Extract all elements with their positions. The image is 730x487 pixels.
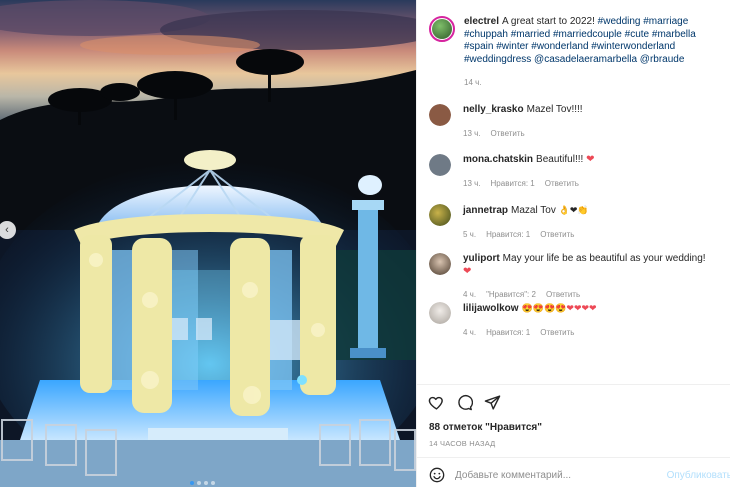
- comment-item: lilijawolkow 😍😍😍😍❤❤❤❤ 4 ч. Нравится: 1 От…: [429, 302, 716, 337]
- commenter-avatar[interactable]: [429, 253, 451, 275]
- comment-username[interactable]: yuliport: [463, 253, 500, 264]
- comment-username[interactable]: mona.chatskin: [463, 154, 533, 165]
- comment-item: yuliport May your life be as beautiful as…: [429, 253, 716, 299]
- share-icon: [484, 395, 501, 410]
- comment-username[interactable]: nelly_krasko: [463, 104, 524, 115]
- emoji-picker-button[interactable]: [429, 467, 445, 483]
- share-button[interactable]: [484, 394, 501, 411]
- commenter-avatar[interactable]: [429, 154, 451, 176]
- reply-button[interactable]: Ответить: [491, 129, 525, 138]
- heart-emoji: ❤: [586, 154, 595, 165]
- comment-time[interactable]: 13 ч.: [463, 129, 481, 138]
- comment-item: jannetrap Mazal Tov 👌❤👏 5 ч. Нравится: 1 …: [429, 204, 716, 239]
- comment-time[interactable]: 4 ч.: [463, 290, 476, 299]
- caption-text: A great start to 2022!: [502, 16, 598, 27]
- carousel-dots: [190, 481, 215, 485]
- comment-item: mona.chatskin Beautiful!!! ❤ 13 ч. Нравит…: [429, 154, 716, 188]
- comment-username[interactable]: jannetrap: [463, 205, 508, 216]
- comment-input[interactable]: [455, 469, 667, 481]
- reply-button[interactable]: Ответить: [546, 290, 580, 299]
- like-button[interactable]: [428, 394, 445, 411]
- comment-time[interactable]: 4 ч.: [463, 328, 476, 337]
- emoji-icon: [429, 467, 445, 483]
- comment-icon: [458, 395, 473, 411]
- author-avatar[interactable]: [429, 16, 455, 42]
- carousel-dot: [204, 481, 208, 485]
- emoji-group: 😍😍😍😍❤❤❤❤: [521, 303, 597, 313]
- likes-count[interactable]: 88 отметок "Нравится": [429, 422, 542, 433]
- comments-list[interactable]: electrel A great start to 2022! #wedding …: [417, 0, 730, 487]
- commenter-avatar[interactable]: [429, 104, 451, 126]
- caption-time[interactable]: 14 ч.: [464, 78, 482, 87]
- actions-divider: [417, 384, 730, 385]
- action-bar: [428, 394, 501, 411]
- reply-button[interactable]: Ответить: [540, 230, 574, 239]
- comment-likes[interactable]: "Нравится": 2: [486, 290, 536, 299]
- comment-time[interactable]: 5 ч.: [463, 230, 476, 239]
- post-photo[interactable]: ‹: [0, 0, 416, 487]
- comment-username[interactable]: lilijawolkow: [463, 303, 519, 314]
- caption-username[interactable]: electrel: [464, 16, 499, 27]
- carousel-dot: [197, 481, 201, 485]
- heart-icon: [428, 396, 443, 410]
- commenter-avatar[interactable]: [429, 302, 451, 324]
- comment-likes[interactable]: Нравится: 1: [491, 179, 535, 188]
- comment-time[interactable]: 13 ч.: [463, 179, 481, 188]
- comment-text: Mazel Tov!!!!: [526, 104, 583, 115]
- wedding-chuppah-photo: [0, 0, 416, 487]
- comment-text: Beautiful!!!: [536, 154, 587, 165]
- post-caption: electrel A great start to 2022! #wedding …: [429, 16, 716, 87]
- heart-emoji: ❤: [463, 265, 472, 277]
- post-date[interactable]: 14 ЧАСОВ НАЗАД: [429, 439, 495, 448]
- chevron-left-icon: ‹: [5, 223, 9, 236]
- instagram-post: ‹ electrel A great start to 2022! #weddin…: [0, 0, 730, 487]
- comment-item: nelly_krasko Mazel Tov!!!! 13 ч. Ответить: [429, 104, 716, 138]
- add-comment-bar: Опубликовать: [429, 467, 730, 483]
- carousel-dot: [211, 481, 215, 485]
- comment-text: Mazal Tov: [511, 205, 559, 216]
- reply-button[interactable]: Ответить: [545, 179, 579, 188]
- publish-button[interactable]: Опубликовать: [667, 470, 730, 481]
- carousel-dot: [190, 481, 194, 485]
- comment-divider: [417, 457, 730, 458]
- comment-text: May your life be as beautiful as your we…: [502, 253, 706, 264]
- comment-button[interactable]: [456, 394, 473, 411]
- comments-panel: electrel A great start to 2022! #wedding …: [416, 0, 730, 487]
- commenter-avatar[interactable]: [429, 204, 451, 226]
- reply-button[interactable]: Ответить: [540, 328, 574, 337]
- comment-likes[interactable]: Нравится: 1: [486, 230, 530, 239]
- comment-likes[interactable]: Нравится: 1: [486, 328, 530, 337]
- emoji-group: 👌❤👏: [558, 205, 589, 215]
